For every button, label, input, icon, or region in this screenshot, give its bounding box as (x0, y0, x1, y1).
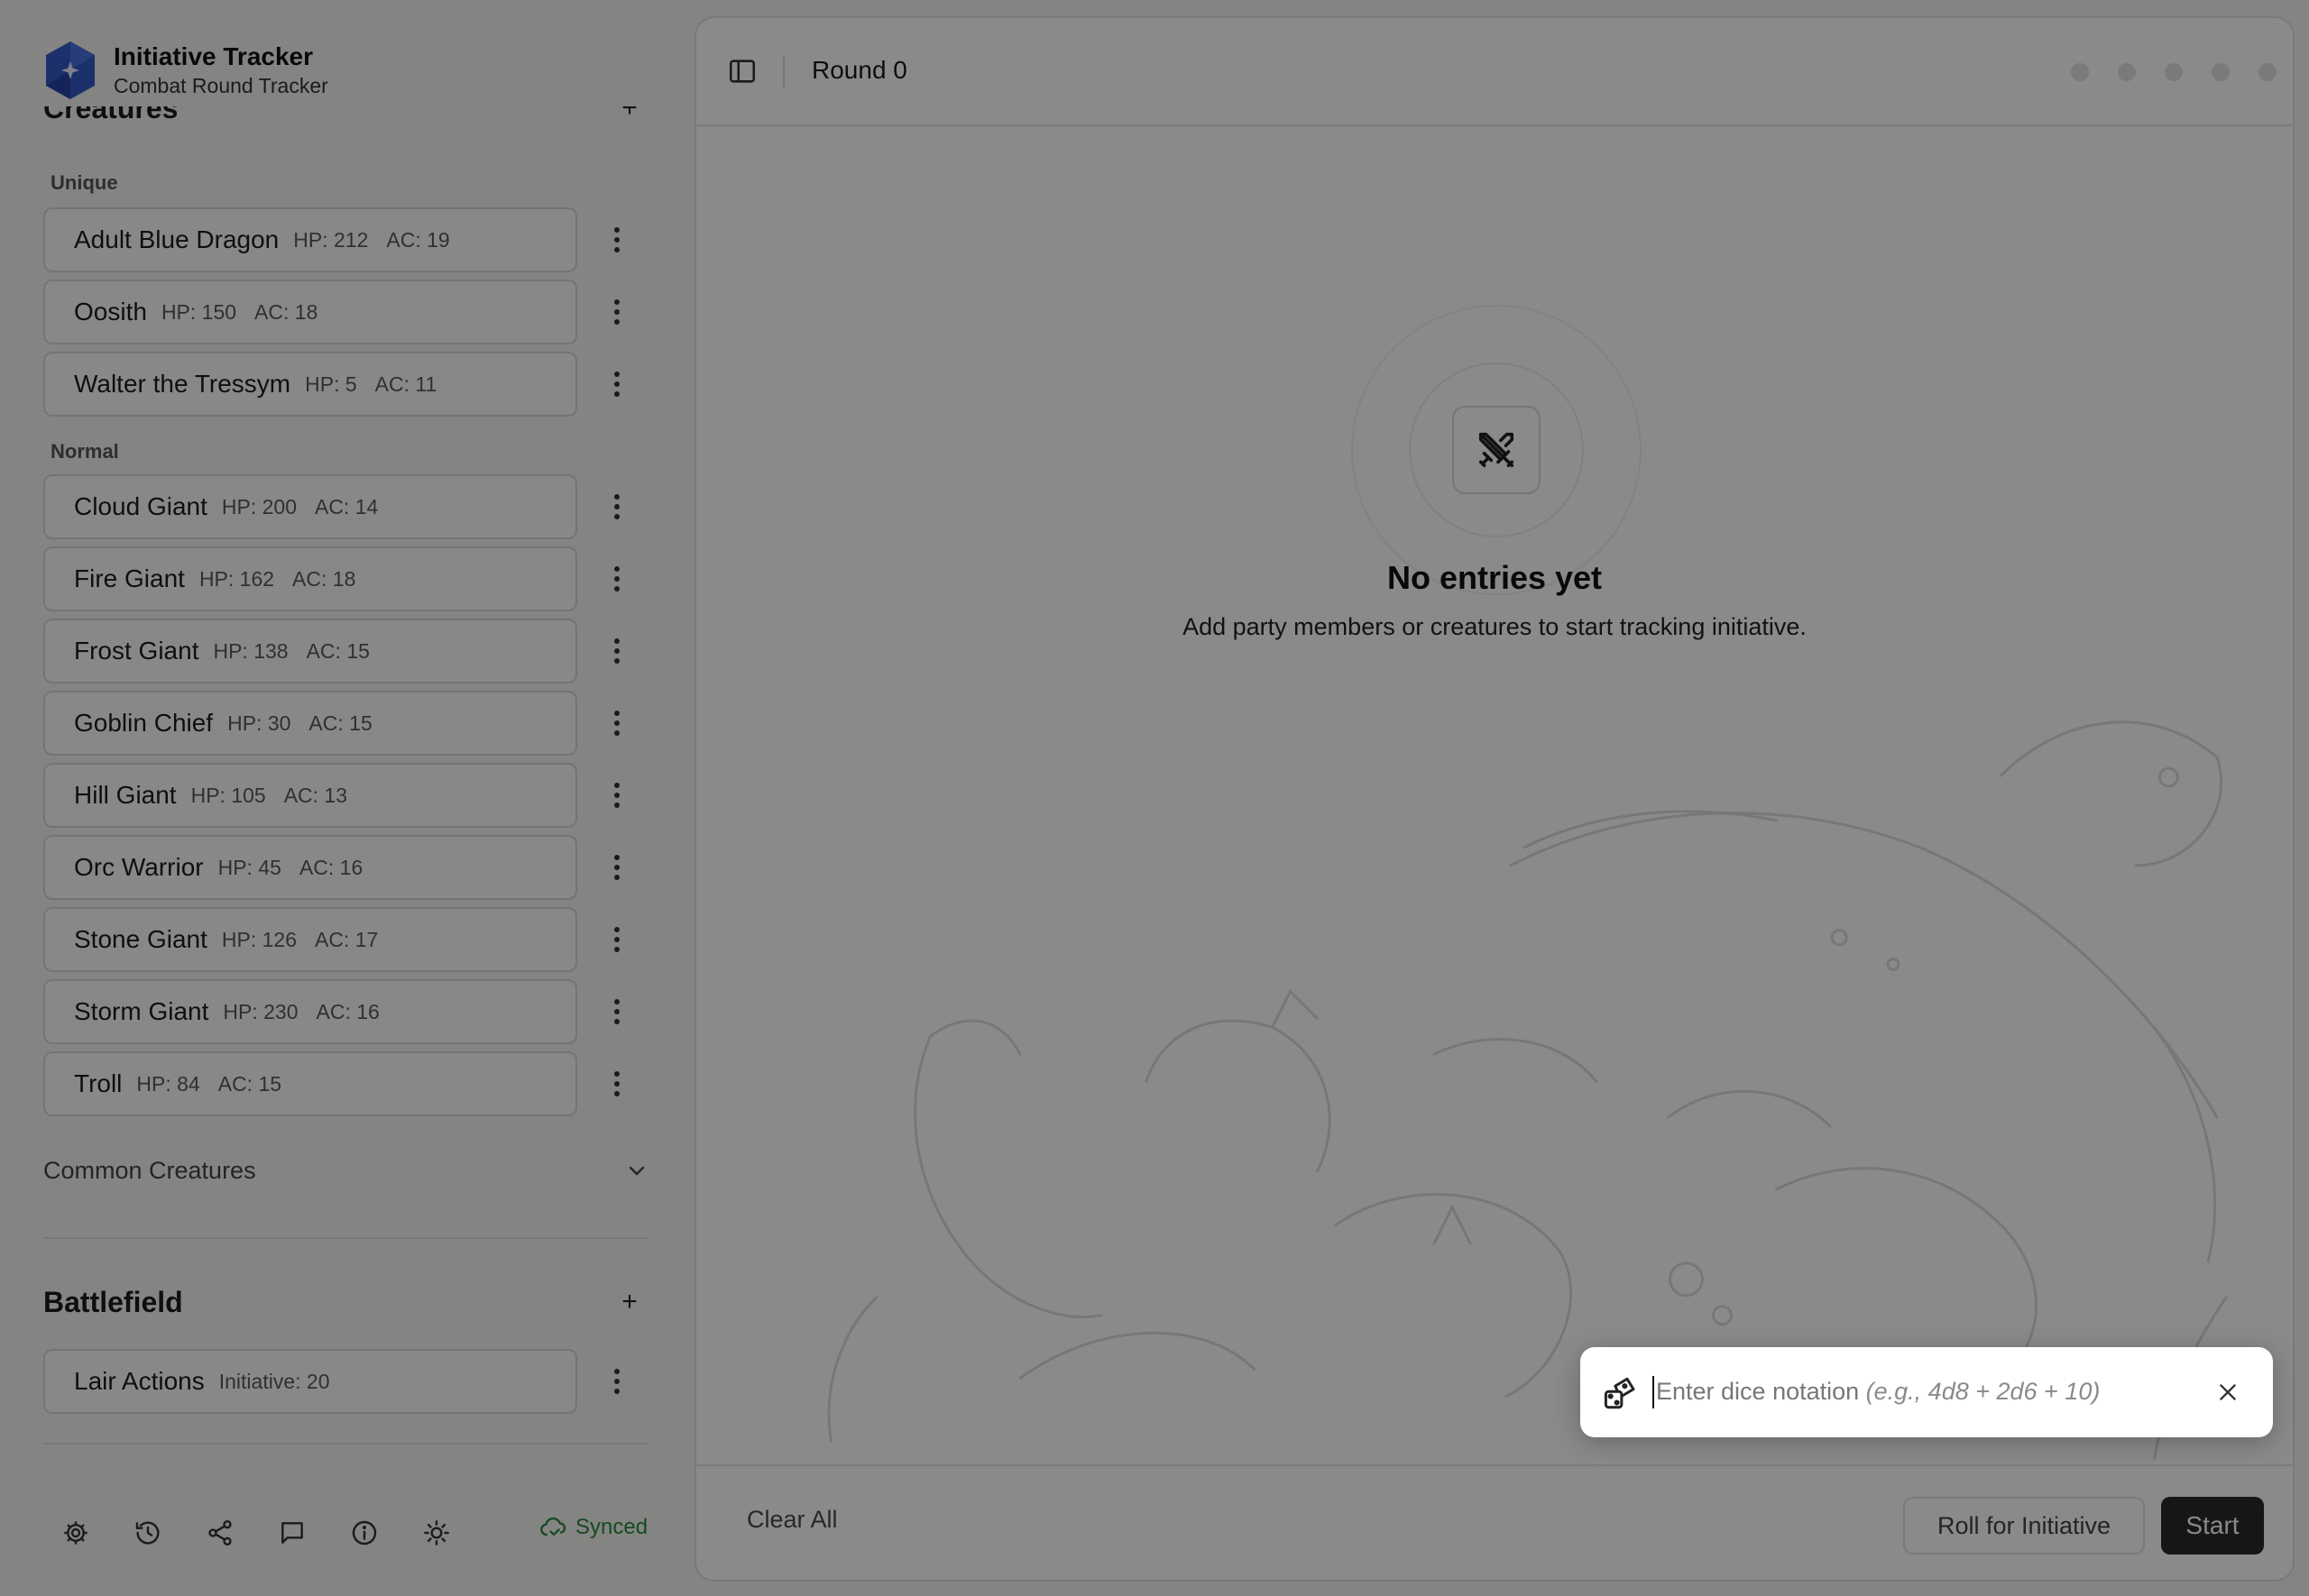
dice-notation-input[interactable] (1656, 1367, 2179, 1417)
text-caret (1652, 1376, 1654, 1408)
dice-icon (1604, 1377, 1635, 1409)
close-icon[interactable] (2212, 1376, 2244, 1408)
app-root: Initiative Tracker Combat Round Tracker … (0, 0, 2309, 1596)
dice-roller-popover: Enter dice notation (e.g., 4d8 + 2d6 + 1… (1580, 1347, 2273, 1437)
